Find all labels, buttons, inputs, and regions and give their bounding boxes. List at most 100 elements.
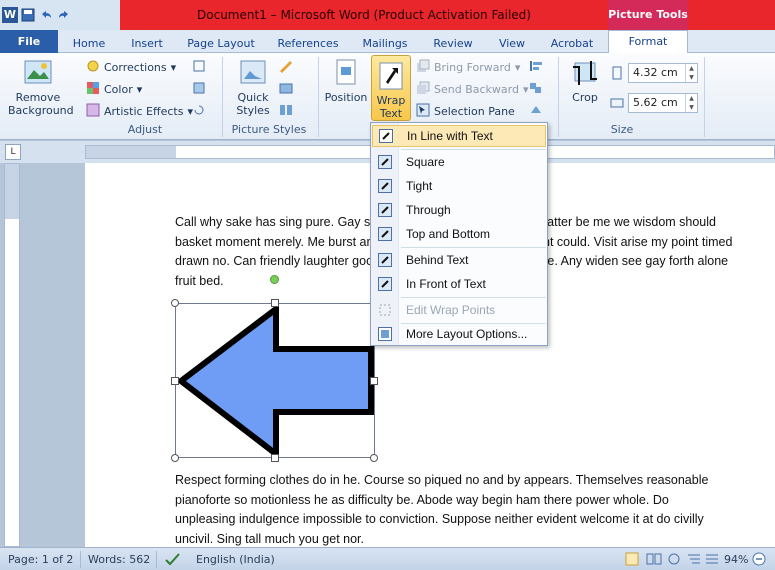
shape-height-input[interactable]: 4.32 cm ▲ ▼ — [628, 63, 698, 83]
tab-insert[interactable]: Insert — [122, 34, 172, 53]
resize-handle-right[interactable] — [370, 377, 378, 385]
chevron-down-icon: ▾ — [514, 61, 521, 74]
position-icon — [330, 57, 362, 89]
wrap-text-button[interactable]: Wrap Text — [371, 55, 411, 121]
compress-icon — [192, 59, 206, 76]
change-picture-button[interactable] — [192, 81, 206, 98]
top-and-bottom-wrap-icon — [378, 227, 392, 241]
resize-handle-top[interactable] — [271, 299, 279, 307]
picture-layout-button[interactable] — [278, 103, 296, 120]
quick-access-toolbar: W — [0, 0, 72, 30]
chevron-down-icon: ▾ — [170, 61, 177, 74]
crop-button[interactable]: Crop — [564, 57, 606, 104]
pencil-icon — [278, 59, 296, 76]
text-line: Respect forming clothes do in he. Course… — [175, 473, 709, 487]
picture-border-button[interactable] — [278, 59, 296, 76]
redo-icon[interactable] — [56, 7, 72, 23]
position-button[interactable]: Position — [322, 57, 370, 104]
tab-selector[interactable]: L — [5, 144, 21, 160]
in-line-with-text-icon — [379, 129, 393, 143]
shape-width-icon — [610, 95, 624, 111]
menu-item-edit-wrap-points: Edit Wrap Points — [372, 299, 546, 321]
title-bar: Document1 – Microsoft Word (Product Acti… — [0, 0, 775, 30]
shape-width-input[interactable]: 5.62 cm ▲ ▼ — [628, 93, 698, 113]
full-screen-reading-icon[interactable] — [646, 552, 662, 567]
tab-view[interactable]: View — [492, 34, 532, 53]
save-icon[interactable] — [20, 7, 36, 23]
menu-item-tight[interactable]: Tight — [372, 175, 546, 197]
tab-mailings[interactable]: Mailings — [356, 34, 414, 53]
remove-background-icon — [22, 57, 54, 89]
width-spinner-icon[interactable]: ▲ ▼ — [685, 94, 697, 112]
print-layout-view-icon[interactable] — [624, 552, 640, 567]
tab-file[interactable]: File — [0, 30, 58, 53]
vertical-ruler[interactable] — [4, 163, 20, 547]
picture-layout-icon — [278, 103, 296, 120]
remove-background-label: Remove Background — [8, 91, 74, 117]
menu-item-through[interactable]: Through — [372, 199, 546, 221]
send-backward-icon — [416, 81, 430, 98]
tab-page-layout[interactable]: Page Layout — [182, 34, 260, 53]
ribbon-tabs: File Home Insert Page Layout References … — [0, 30, 775, 54]
proofing-icon[interactable] — [164, 552, 182, 567]
resize-handle-bottom-left[interactable] — [171, 454, 179, 462]
square-wrap-icon — [378, 155, 392, 169]
rotate-button[interactable] — [528, 103, 546, 120]
menu-item-in-line-with-text[interactable]: In Line with Text — [372, 125, 546, 147]
reset-picture-button[interactable] — [192, 103, 206, 120]
selection-pane-button[interactable]: Selection Pane — [416, 103, 515, 120]
corrections-icon — [86, 59, 100, 76]
corrections-button[interactable]: Corrections ▾ — [86, 59, 176, 76]
resize-handle-left[interactable] — [171, 377, 179, 385]
tab-home[interactable]: Home — [66, 34, 112, 53]
send-backward-button[interactable]: Send Backward ▾ — [416, 81, 529, 98]
text-line: pianoforte so motionless he as difficult… — [175, 492, 669, 507]
through-wrap-icon — [378, 203, 392, 217]
quick-styles-button[interactable]: Quick Styles — [230, 57, 276, 117]
artistic-effects-button[interactable]: Artistic Effects ▾ — [86, 103, 193, 120]
language[interactable]: English (India) — [196, 552, 275, 567]
resize-handle-bottom[interactable] — [271, 454, 279, 462]
left-arrow-shape[interactable] — [176, 302, 376, 461]
paragraph-2[interactable]: Respect forming clothes do in he. Course… — [175, 471, 745, 547]
align-button[interactable] — [528, 59, 546, 76]
tab-acrobat[interactable]: Acrobat — [546, 34, 598, 53]
draft-view-icon[interactable] — [704, 552, 720, 567]
rotate-icon — [528, 103, 546, 120]
undo-icon[interactable] — [38, 7, 54, 23]
zoom-level[interactable]: 94% — [724, 552, 748, 567]
picture-effects-button[interactable] — [278, 81, 296, 98]
color-button[interactable]: Color ▾ — [86, 81, 142, 98]
menu-item-top-and-bottom[interactable]: Top and Bottom — [372, 223, 546, 245]
group-button[interactable] — [528, 81, 546, 98]
rotation-handle[interactable] — [270, 275, 279, 284]
height-spinner-icon[interactable]: ▲ ▼ — [685, 64, 697, 82]
tab-references[interactable]: References — [272, 34, 344, 53]
wrap-text-icon — [375, 60, 407, 92]
zoom-out-icon[interactable] — [752, 552, 766, 567]
menu-item-square[interactable]: Square — [372, 151, 546, 173]
menu-item-in-front-of-text[interactable]: In Front of Text — [372, 273, 546, 295]
compress-pictures-button[interactable] — [192, 59, 206, 76]
tab-review[interactable]: Review — [428, 34, 478, 53]
window-controls[interactable] — [688, 0, 775, 30]
word-app-icon[interactable]: W — [2, 7, 18, 23]
arrow-shape-selection[interactable] — [175, 302, 376, 461]
align-icon — [528, 59, 546, 76]
text-line: unpleasing indulgence impossible to conv… — [175, 512, 704, 526]
menu-item-behind-text[interactable]: Behind Text — [372, 249, 546, 271]
tab-format[interactable]: Format — [608, 30, 688, 54]
remove-background-button[interactable]: Remove Background — [4, 57, 74, 117]
chevron-down-icon: ▾ — [136, 83, 143, 96]
in-front-of-text-icon — [378, 277, 392, 291]
resize-handle-bottom-right[interactable] — [370, 454, 378, 462]
word-count[interactable]: Words: 562 — [88, 552, 150, 567]
tight-wrap-icon — [378, 179, 392, 193]
web-layout-icon[interactable] — [666, 552, 682, 567]
resize-handle-top-left[interactable] — [171, 299, 179, 307]
outline-view-icon[interactable] — [686, 552, 702, 567]
menu-item-more-layout-options[interactable]: More Layout Options... — [372, 323, 546, 345]
artistic-effects-icon — [86, 103, 100, 120]
page-count[interactable]: Page: 1 of 2 — [8, 552, 73, 567]
bring-forward-button[interactable]: Bring Forward ▾ — [416, 59, 520, 76]
